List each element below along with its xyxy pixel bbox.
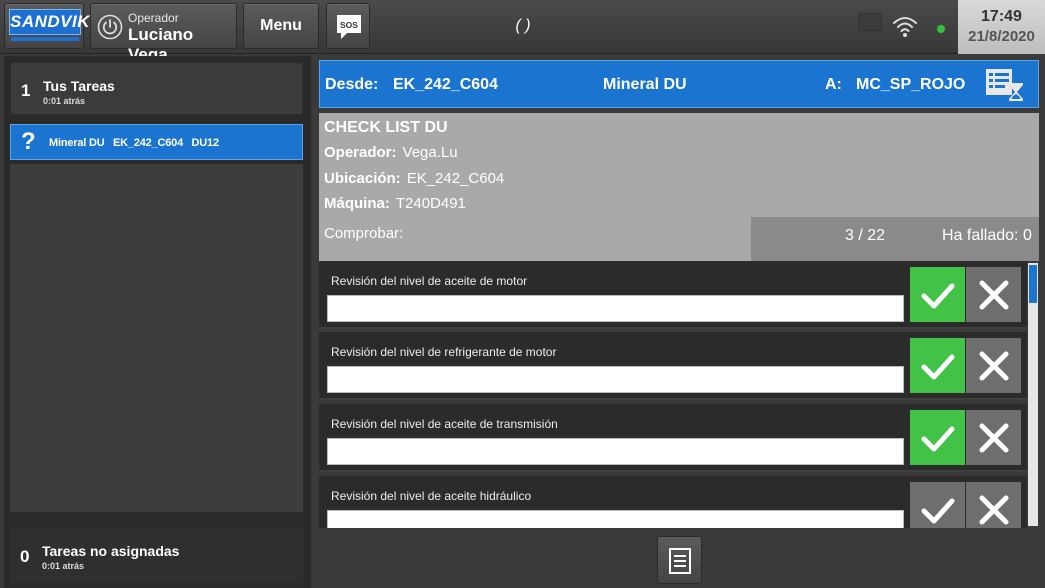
fail-button[interactable] [966,482,1021,528]
location-field-value: EK_242_C604 [406,170,505,187]
checklist-item: Revisión del nivel de aceite de transmis… [319,404,1027,472]
route-to-label: A: [825,76,842,93]
unassigned-count: 0 [20,547,30,566]
pass-button[interactable] [910,267,965,322]
power-icon [97,14,123,40]
notes-button[interactable] [657,536,702,584]
check-icon [921,283,954,308]
fail-button[interactable] [966,338,1021,393]
checklist-item-label: Revisión del nivel de aceite de motor [331,274,528,288]
pass-button[interactable] [910,410,965,465]
document-icon [669,548,691,574]
progress-box: 3 / 22 Ha fallado: 0 [751,217,1039,261]
sos-icon: SOS [337,15,361,39]
checklist-items: Revisión del nivel de aceite de motor Re… [319,261,1027,528]
check-icon [921,498,954,523]
question-icon: ? [21,128,36,155]
checklist-item-label: Revisión del nivel de refrigerante de mo… [331,345,557,359]
checklist-item-label: Revisión del nivel de aceite hidráulico [331,489,532,503]
unassigned-subtitle: 0:01 atrás [42,561,85,571]
location-field-label: Ubicación: [324,170,401,187]
operator-field-label: Operador: [324,144,397,161]
my-tasks-count: 1 [21,81,31,100]
close-icon [979,280,1008,309]
checklist-info-panel: CHECK LIST DU Operador: Vega.Lu Ubicación… [319,113,1039,261]
progress-counter: 3 / 22 [845,227,886,244]
location-row: Ubicación: EK_242_C604 [324,170,504,187]
unassigned-tasks-header[interactable]: 0 Tareas no asignadas 0:01 atrás [10,528,303,583]
check-icon [921,354,954,379]
operator-label: Operador [128,11,179,25]
checklist-item-label: Revisión del nivel de aceite de transmis… [331,417,558,431]
checklist-item-comment-input[interactable] [327,510,904,528]
operator-row: Operador: Vega.Lu [324,144,458,161]
clock-time: 17:49 [981,8,1022,25]
clock-date: 21/8/2020 [968,28,1035,45]
my-tasks-title: Tus Tareas [43,78,115,94]
operator-button[interactable]: Operador Luciano Vega [90,3,237,64]
operator-field-value: Vega.Lu [402,144,458,161]
my-tasks-subtitle: 0:01 atrás [43,96,86,106]
machine-field-label: Máquina: [324,195,390,212]
route-from-label: Desde: [325,76,379,93]
sos-button[interactable]: SOS [326,3,370,49]
clock: 17:49 21/8/2020 [958,0,1045,54]
check-label: Comprobar: [324,225,404,242]
sandvik-logo: SANDVIK [9,9,90,35]
close-icon [979,423,1008,452]
menu-button[interactable]: Menu [243,3,319,49]
checklist-item-comment-input[interactable] [327,366,904,393]
center-status-text: ( ) [515,17,531,34]
top-bar: SANDVIK Operador Luciano Vega Menu SOS (… [0,0,1045,64]
sandvik-logo-button[interactable]: SANDVIK [4,3,90,49]
checklist-scrollbar[interactable] [1028,263,1038,526]
machine-field-value: T240D491 [395,195,466,212]
checklist-timer-icon[interactable] [985,67,1025,103]
task-sidebar: 1 Tus Tareas 0:01 atrás ? Mineral DU EK_… [4,56,311,588]
unassigned-title: Tareas no asignadas [42,543,180,559]
connection-status-dot [937,25,945,33]
checklist-item: Revisión del nivel de aceite de motor [319,261,1027,329]
checklist-item-comment-input[interactable] [327,438,904,465]
close-icon [979,351,1008,380]
wifi-icon [893,17,917,37]
logo-underline [11,37,79,41]
pass-button[interactable] [910,482,965,528]
machine-row: Máquina: T240D491 [324,195,466,212]
failed-counter: Ha fallado: 0 [942,227,1032,244]
scrollbar-thumb[interactable] [1029,265,1037,303]
route-from-value: EK_242_C604 [393,76,498,93]
checklist-item-comment-input[interactable] [327,295,904,322]
battery-icon [858,13,882,31]
pass-button[interactable] [910,338,965,393]
route-bar: Desde: EK_242_C604 Mineral DU A: MC_SP_R… [319,60,1039,108]
task-list-item[interactable]: ? Mineral DU EK_242_C604 DU12 [10,124,303,160]
fail-button[interactable] [966,410,1021,465]
my-tasks-header[interactable]: 1 Tus Tareas 0:01 atrás [10,62,303,115]
task-item-label: Mineral DU EK_242_C604 DU12 [49,137,219,149]
route-material: Mineral DU [603,76,687,93]
close-icon [979,495,1008,524]
checklist-title: CHECK LIST DU [324,119,448,136]
fail-button[interactable] [966,267,1021,322]
sos-text: SOS [340,20,358,30]
checklist-item: Revisión del nivel de aceite hidráulico [319,476,1027,528]
checklist-item: Revisión del nivel de refrigerante de mo… [319,332,1027,400]
task-list-area [10,164,303,512]
route-to-value: MC_SP_ROJO [856,76,966,93]
check-icon [921,426,954,451]
